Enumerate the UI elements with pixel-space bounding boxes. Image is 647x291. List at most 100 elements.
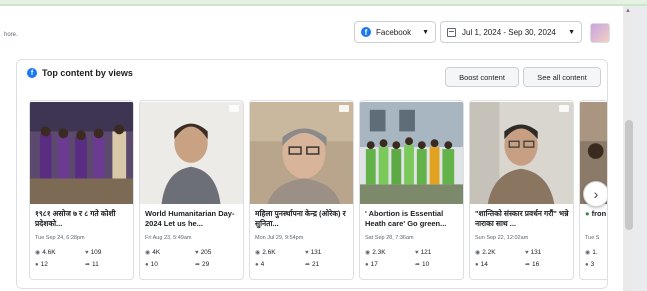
- post-title-text: fron: [591, 209, 607, 218]
- eye-icon: ◉: [35, 250, 41, 256]
- post-card[interactable]: महिला पुनर्स्थापना केन्द्र (ओरेक) र सुनि…: [249, 100, 354, 280]
- share-icon: ➦: [85, 262, 91, 268]
- share-icon: ➦: [195, 262, 201, 268]
- shares-value: 11: [92, 261, 99, 268]
- views-value: 2.2K: [482, 249, 496, 256]
- eye-icon: ◉: [475, 250, 481, 256]
- comments-stat: ● 4: [255, 261, 264, 268]
- eye-icon: ◉: [145, 250, 151, 256]
- insights-page: hore. f Facebook ▼ Jul 1, 2024 - Sep 30,…: [0, 6, 623, 291]
- reactions-stat: ♥ 121: [415, 249, 431, 256]
- post-thumbnail: [30, 101, 133, 205]
- heart-icon: ♥: [525, 250, 529, 256]
- account-avatar[interactable]: [590, 23, 610, 43]
- post-thumbnail: [250, 101, 353, 205]
- reactions-value: 109: [90, 249, 102, 256]
- video-icon: [229, 105, 239, 112]
- post-date: Tue Sep 24, 6:28pm: [35, 235, 85, 241]
- comments-stat: ● 10: [145, 261, 158, 268]
- post-title: World Humanitarian Day-2024 Let us he...: [145, 209, 235, 228]
- views-stat: ◉ 2.3K: [365, 249, 386, 256]
- views-stat: ◉ 2.2K: [475, 249, 496, 256]
- shares-stat: ➦ 11: [85, 261, 99, 268]
- share-icon: ➦: [415, 262, 421, 268]
- share-icon: ➦: [305, 262, 311, 268]
- post-card[interactable]: ' Abortion is Essential Heath care' Go g…: [359, 100, 464, 280]
- reactions-value: 205: [200, 249, 212, 256]
- reactions-value: 131: [310, 249, 322, 256]
- views-value: 2.3K: [372, 249, 386, 256]
- post-title: १९८१ असोज ७ र ८ गते कोशी प्रदेशको...: [35, 209, 116, 228]
- card-title: Top content by views: [42, 68, 133, 78]
- post-card[interactable]: "शान्तिको संस्कार प्रवर्धन गरौं" भन्ने न…: [469, 100, 574, 280]
- reactions-stat: ♥ 131: [305, 249, 321, 256]
- post-title: "शान्तिको संस्कार प्रवर्धन गरौं" भन्ने न…: [475, 209, 569, 228]
- post-date: Sat Sep 28, 7:36am: [365, 235, 414, 241]
- comments-stat: ● 3: [585, 261, 594, 268]
- comment-icon: ●: [475, 262, 479, 268]
- reactions-stat: ♥ 131: [525, 249, 541, 256]
- top-content-card: f Top content by views Boost content See…: [16, 59, 608, 289]
- shares-stat: ➦ 29: [195, 261, 209, 268]
- post-date: Tue S: [585, 235, 600, 241]
- shares-stat: ➦ 16: [525, 261, 539, 268]
- views-stat: ◉ 2.6K: [255, 249, 276, 256]
- vertical-scrollbar[interactable]: [624, 10, 634, 291]
- comments-stat: ● 14: [475, 261, 488, 268]
- carousel-next-button[interactable]: ›: [583, 181, 607, 207]
- scrollbar-thumb[interactable]: [625, 120, 633, 230]
- post-date: Sun Sep 22, 12:02am: [475, 235, 529, 241]
- chevron-right-icon: ›: [593, 186, 599, 202]
- views-stat: ◉ 4K: [145, 249, 160, 256]
- views-value: 2.6K: [262, 249, 276, 256]
- shares-value: 29: [202, 261, 210, 268]
- heart-icon: ♥: [415, 250, 419, 256]
- views-stat: ◉ 1.: [585, 249, 598, 256]
- post-title: ● fron: [585, 209, 607, 233]
- post-date: Mon Jul 29, 9:54pm: [255, 235, 304, 241]
- comment-icon: ●: [585, 262, 589, 268]
- post-card[interactable]: World Humanitarian Day-2024 Let us he...…: [139, 100, 244, 280]
- see-all-content-button[interactable]: See all content: [523, 67, 601, 87]
- comment-icon: ●: [255, 262, 259, 268]
- comments-value: 10: [150, 261, 158, 268]
- post-card[interactable]: १९८१ असोज ७ र ८ गते कोशी प्रदेशको... Tue…: [29, 100, 134, 280]
- scroll-up-arrow-icon[interactable]: ▲: [625, 8, 631, 14]
- heart-icon: ♥: [195, 250, 199, 256]
- comments-value: 17: [370, 261, 378, 268]
- comment-icon: ●: [145, 262, 149, 268]
- comments-value: 3: [590, 261, 595, 268]
- share-icon: ➦: [525, 262, 531, 268]
- video-icon: [559, 105, 569, 112]
- comments-value: 4: [260, 261, 265, 268]
- shares-value: 21: [312, 261, 320, 268]
- chevron-down-icon: ▼: [568, 28, 575, 36]
- comments-value: 12: [40, 261, 48, 268]
- shares-value: 10: [422, 261, 430, 268]
- comment-icon: ●: [35, 262, 39, 268]
- video-icon: [339, 105, 349, 112]
- heart-icon: ♥: [85, 250, 89, 256]
- facebook-icon: f: [361, 27, 371, 37]
- eye-icon: ◉: [585, 250, 591, 256]
- truncated-text: hore.: [4, 32, 18, 38]
- views-value: 1.: [592, 249, 598, 256]
- shares-stat: ➦ 10: [415, 261, 429, 268]
- post-thumbnail: [140, 101, 243, 205]
- post-thumbnail: [360, 101, 463, 205]
- comments-stat: ● 17: [365, 261, 378, 268]
- reactions-value: 121: [420, 249, 432, 256]
- date-range-dropdown[interactable]: Jul 1, 2024 - Sep 30, 2024 ▼: [440, 21, 582, 43]
- comments-value: 14: [480, 261, 488, 268]
- post-thumbnail: [470, 101, 573, 205]
- reactions-stat: ♥ 205: [195, 249, 211, 256]
- facebook-icon: f: [27, 68, 37, 78]
- views-value: 4.6K: [42, 249, 56, 256]
- views-value: 4K: [152, 249, 161, 256]
- platform-dropdown[interactable]: f Facebook ▼: [354, 21, 436, 43]
- boost-content-button[interactable]: Boost content: [445, 67, 519, 87]
- heart-icon: ♥: [305, 250, 309, 256]
- shares-stat: ➦ 21: [305, 261, 319, 268]
- eye-icon: ◉: [255, 250, 261, 256]
- card-header: f Top content by views: [27, 68, 133, 78]
